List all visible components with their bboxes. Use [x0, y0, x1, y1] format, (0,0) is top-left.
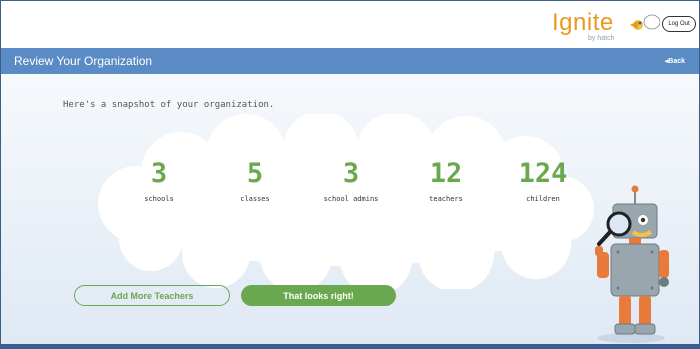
stat-label: teachers	[429, 195, 463, 203]
main-content: Here's a snapshot of your organization. …	[1, 74, 699, 344]
back-button[interactable]: ◂Back	[665, 57, 685, 65]
bottom-bar	[1, 344, 699, 348]
stat-label: school admins	[323, 195, 379, 203]
stat-label: schools	[144, 195, 174, 203]
logout-button[interactable]: Log Out	[662, 16, 696, 32]
logo-text: Ignite	[552, 9, 614, 36]
ignite-logo: Ignite by hatch	[552, 9, 662, 43]
stat-value: 3	[150, 158, 168, 189]
stat-label: classes	[240, 195, 270, 203]
stat-classes: 5 classes	[210, 158, 300, 204]
logo-rocket-icon	[630, 14, 660, 30]
logo-subtext: by hatch	[588, 35, 615, 42]
robot-mascot-icon	[595, 185, 669, 343]
confirm-button[interactable]: That looks right!	[241, 285, 396, 306]
page-title: Review Your Organization	[14, 54, 153, 68]
top-bar: Ignite by hatch Log Out	[1, 1, 699, 48]
stat-schools: 3 schools	[114, 158, 204, 204]
stat-school-admins: 3 school admins	[306, 158, 396, 204]
stat-teachers: 12 teachers	[401, 158, 491, 204]
add-more-teachers-button[interactable]: Add More Teachers	[74, 285, 230, 306]
stat-value: 3	[342, 158, 360, 189]
stat-value: 12	[429, 158, 463, 189]
page-header: Review Your Organization ◂Back	[1, 48, 699, 74]
back-label: Back	[668, 58, 685, 65]
intro-text: Here's a snapshot of your organization.	[63, 100, 275, 110]
stat-value: 5	[246, 158, 264, 189]
